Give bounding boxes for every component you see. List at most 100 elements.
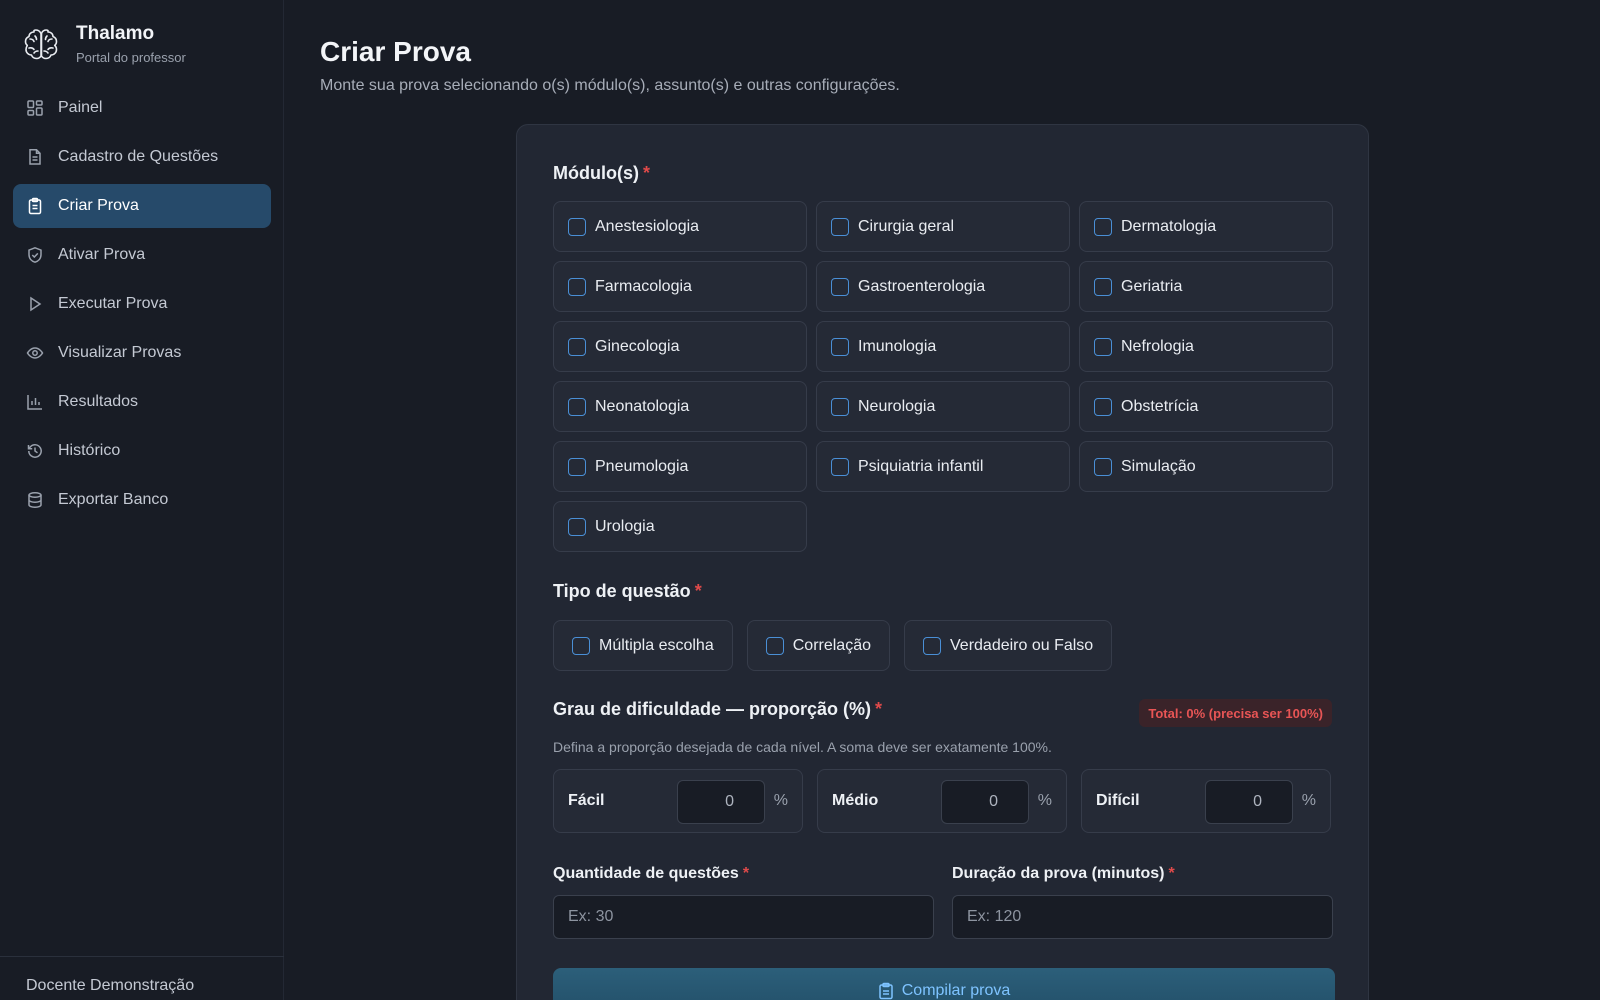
- eye-icon: [26, 347, 44, 359]
- clipboard-icon: [879, 982, 893, 1000]
- database-icon: [28, 492, 42, 508]
- checkbox[interactable]: [923, 636, 941, 655]
- checkbox[interactable]: [831, 457, 849, 476]
- module-option[interactable]: Nefrologia: [1079, 321, 1333, 372]
- checkbox[interactable]: [568, 277, 586, 296]
- question-type-option[interactable]: Múltipla escolha: [553, 620, 733, 671]
- checkbox[interactable]: [831, 277, 849, 296]
- brand[interactable]: Thalamo Portal do professor: [22, 22, 186, 65]
- play-icon: [30, 296, 42, 312]
- difficulty-easy: Fácil %: [553, 769, 803, 833]
- module-option[interactable]: Urologia: [553, 501, 807, 552]
- sidebar-item-executar-prova[interactable]: Executar Prova: [13, 282, 271, 326]
- module-option[interactable]: Obstetrícia: [1079, 381, 1333, 432]
- module-option[interactable]: Ginecologia: [553, 321, 807, 372]
- sidebar-item-visualizar-provas[interactable]: Visualizar Provas: [13, 331, 271, 375]
- sidebar-item-label: Ativar Prova: [58, 246, 146, 263]
- module-option[interactable]: Pneumologia: [553, 441, 807, 492]
- compile-button-label: Compilar prova: [901, 982, 1011, 999]
- main-content: Criar Prova Monte sua prova selecionando…: [285, 0, 1600, 1000]
- checkbox[interactable]: [568, 457, 586, 476]
- checkbox[interactable]: [831, 217, 849, 236]
- module-option[interactable]: Geriatria: [1079, 261, 1333, 312]
- module-option[interactable]: Simulação: [1079, 441, 1333, 492]
- checkbox[interactable]: [831, 397, 849, 416]
- sidebar-item-label: Painel: [58, 99, 103, 116]
- module-option[interactable]: Psiquiatria infantil: [816, 441, 1070, 492]
- current-user[interactable]: Docente Demonstração: [0, 956, 284, 1000]
- sidebar-item-painel[interactable]: Painel: [13, 86, 271, 130]
- required-mark: *: [694, 581, 702, 601]
- required-mark: *: [742, 865, 750, 882]
- difficulty-medium: Médio %: [817, 769, 1067, 833]
- checkbox[interactable]: [1094, 217, 1112, 236]
- brand-subtitle: Portal do professor: [76, 50, 186, 65]
- sidebar-item-label: Executar Prova: [58, 295, 168, 312]
- difficulty-levels: Fácil % Médio % Difícil %: [553, 769, 1331, 833]
- sidebar-item-label: Visualizar Provas: [58, 344, 182, 361]
- difficulty-hard: Difícil %: [1081, 769, 1331, 833]
- required-mark: *: [1168, 865, 1175, 882]
- module-option[interactable]: Dermatologia: [1079, 201, 1333, 252]
- sidebar-item-cadastro-de-questoes[interactable]: Cadastro de Questões: [13, 135, 271, 179]
- page-title: Criar Prova: [320, 36, 471, 67]
- checkbox[interactable]: [568, 217, 586, 236]
- question-type-option[interactable]: Verdadeiro ou Falso: [904, 620, 1113, 671]
- sidebar-item-label: Criar Prova: [58, 197, 139, 214]
- checkbox[interactable]: [831, 337, 849, 356]
- brain-logo-icon: [24, 29, 58, 60]
- duration-input[interactable]: [952, 895, 1333, 939]
- sidebar-item-label: Exportar Banco: [58, 491, 169, 508]
- checkbox[interactable]: [568, 397, 586, 416]
- checkbox[interactable]: [572, 636, 590, 655]
- difficulty-easy-input[interactable]: [677, 780, 765, 824]
- checkbox[interactable]: [568, 517, 586, 536]
- sidebar-item-ativar-prova[interactable]: Ativar Prova: [13, 233, 271, 277]
- question-type-label: Tipo de questão *: [553, 581, 702, 601]
- quantity-input[interactable]: [553, 895, 934, 939]
- document-icon: [29, 149, 41, 165]
- compile-exam-button[interactable]: Compilar prova: [553, 968, 1335, 1000]
- percent-unit: %: [773, 792, 788, 809]
- modules-label: Módulo(s) *: [553, 163, 650, 183]
- module-option[interactable]: Cirurgia geral: [816, 201, 1070, 252]
- sidebar-item-exportar-banco[interactable]: Exportar Banco: [13, 478, 271, 522]
- difficulty-medium-input[interactable]: [941, 780, 1029, 824]
- bar-chart-icon: [27, 395, 42, 410]
- difficulty-total-badge: Total: 0% (precisa ser 100%): [1139, 699, 1332, 727]
- sidebar-item-label: Cadastro de Questões: [58, 148, 219, 165]
- sidebar-nav: Painel Cadastro de Questões Criar Prova …: [13, 86, 271, 527]
- brand-name: Thalamo: [76, 23, 155, 44]
- module-option[interactable]: Neonatologia: [553, 381, 807, 432]
- sidebar: Thalamo Portal do professor Painel Cadas…: [0, 0, 284, 1000]
- question-type-option[interactable]: Correlação: [746, 620, 890, 671]
- sidebar-item-criar-prova[interactable]: Criar Prova: [13, 184, 271, 228]
- checkbox[interactable]: [765, 636, 784, 655]
- difficulty-name: Médio: [832, 792, 879, 809]
- percent-unit: %: [1037, 792, 1052, 809]
- checkbox[interactable]: [568, 337, 586, 356]
- shield-icon: [28, 246, 42, 263]
- module-option[interactable]: Anestesiologia: [553, 201, 807, 252]
- difficulty-hard-input[interactable]: [1205, 780, 1293, 824]
- quantity-label: Quantidade de questões *: [553, 865, 750, 882]
- page-subtitle: Monte sua prova selecionando o(s) módulo…: [320, 77, 900, 94]
- module-option[interactable]: Gastroenterologia: [816, 261, 1070, 312]
- clipboard-icon: [28, 197, 42, 215]
- checkbox[interactable]: [1094, 337, 1112, 356]
- question-type-options: Múltipla escolha Correlação Verdadeiro o…: [553, 620, 1126, 671]
- module-option[interactable]: Neurologia: [816, 381, 1070, 432]
- difficulty-name: Difícil: [1096, 792, 1140, 809]
- module-option[interactable]: Imunologia: [816, 321, 1070, 372]
- exam-form-card: Módulo(s) * Anestesiologia Cirurgia geral…: [516, 124, 1369, 1000]
- difficulty-name: Fácil: [568, 792, 605, 809]
- sidebar-item-resultados[interactable]: Resultados: [13, 380, 271, 424]
- sidebar-item-historico[interactable]: Histórico: [13, 429, 271, 473]
- module-option[interactable]: Farmacologia: [553, 261, 807, 312]
- checkbox[interactable]: [1094, 457, 1112, 476]
- duration-label: Duração da prova (minutos) *: [952, 865, 1175, 882]
- checkbox[interactable]: [1094, 397, 1112, 416]
- percent-unit: %: [1301, 792, 1316, 809]
- checkbox[interactable]: [1094, 277, 1112, 296]
- dashboard-icon: [27, 100, 43, 116]
